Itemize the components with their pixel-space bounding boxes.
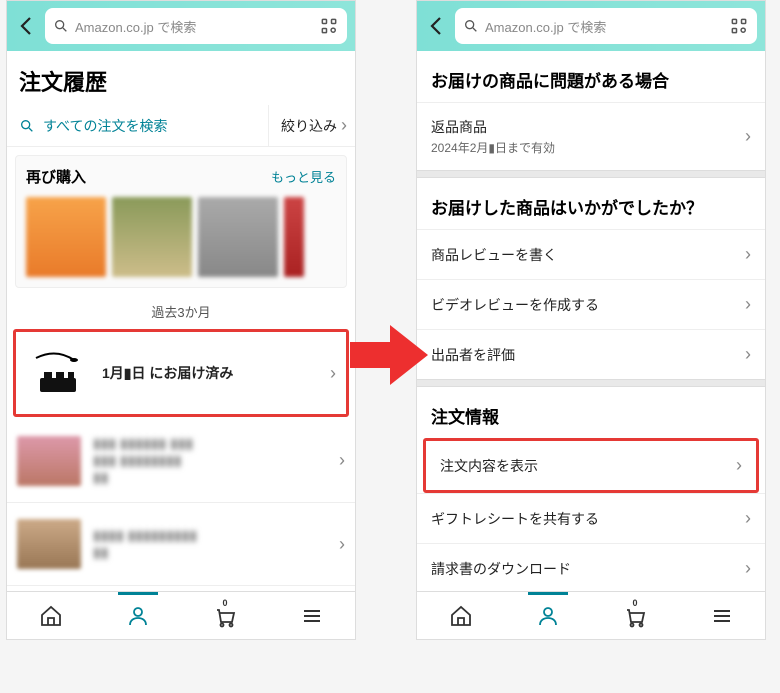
camera-lens-icon[interactable] [319, 16, 339, 36]
view-order-label: 注文内容を表示 [440, 456, 736, 476]
chevron-right-icon: › [341, 115, 347, 136]
back-button[interactable] [425, 14, 449, 38]
order-text-blurred: ▮▮▮ ▮▮▮▮▮▮ ▮▮▮▮▮▮ ▮▮▮▮▮▮▮▮▮▮ [93, 435, 327, 486]
nav-account[interactable] [504, 592, 591, 639]
page-title: 注文履歴 [7, 51, 355, 105]
rate-seller-row[interactable]: 出品者を評価 › [417, 329, 765, 379]
nav-home[interactable] [417, 592, 504, 639]
video-review-label: ビデオレビューを作成する [431, 295, 745, 315]
buy-again-section: 再び購入 もっと見る [15, 155, 347, 288]
return-item-row[interactable]: 返品商品 2024年2月▮日まで有効 › [417, 102, 765, 170]
order-thumbnail [17, 436, 81, 486]
buy-again-items [26, 197, 336, 277]
chevron-right-icon: › [736, 455, 742, 476]
chevron-right-icon: › [745, 558, 751, 579]
view-order-details-row[interactable]: 注文内容を表示 › [423, 438, 759, 493]
nav-cart[interactable]: 0 [591, 592, 678, 639]
nav-menu[interactable] [678, 592, 765, 639]
buy-again-more-link[interactable]: もっと見る [271, 167, 336, 186]
chevron-right-icon: › [745, 344, 751, 365]
chevron-right-icon: › [339, 450, 345, 471]
cart-count: 0 [223, 598, 228, 608]
buy-again-item[interactable] [284, 197, 304, 277]
order-history-screen: Amazon.co.jp で検索 注文履歴 すべての注文を検索 絞り込み › 再… [6, 0, 356, 640]
search-orders-label: すべての注文を検索 [43, 116, 167, 136]
buy-again-item[interactable] [112, 197, 192, 277]
order-text-blurred: ▮▮▮▮ ▮▮▮▮▮▮▮▮▮▮▮ [93, 527, 327, 561]
search-icon [463, 18, 479, 34]
order-row[interactable]: ▮▮▮ ▮▮▮▮▮▮ ▮▮▮▮▮▮ ▮▮▮▮▮▮▮▮▮▮ › [7, 419, 355, 503]
camera-lens-icon[interactable] [729, 16, 749, 36]
search-filter-row: すべての注文を検索 絞り込み › [7, 105, 355, 147]
top-bar: Amazon.co.jp で検索 [7, 1, 355, 51]
return-item-label: 返品商品 [431, 117, 745, 137]
filter-label: 絞り込み [281, 116, 337, 136]
search-placeholder: Amazon.co.jp で検索 [485, 17, 723, 36]
chevron-right-icon: › [330, 363, 336, 384]
cart-count: 0 [633, 598, 638, 608]
chevron-right-icon: › [745, 508, 751, 529]
bottom-nav: 0 [417, 591, 765, 639]
search-placeholder: Amazon.co.jp で検索 [75, 17, 313, 36]
order-thumbnail [26, 348, 90, 398]
bottom-nav: 0 [7, 591, 355, 639]
video-review-row[interactable]: ビデオレビューを作成する › [417, 279, 765, 329]
nav-cart[interactable]: 0 [181, 592, 268, 639]
chevron-right-icon: › [339, 534, 345, 555]
section-orderinfo-title: 注文情報 [417, 387, 765, 438]
write-review-label: 商品レビューを書く [431, 245, 745, 265]
order-row-delivered[interactable]: 1月▮日 にお届け済み › [13, 329, 349, 417]
download-invoice-label: 請求書のダウンロード [431, 559, 745, 579]
return-item-sub: 2024年2月▮日まで有効 [431, 139, 745, 156]
back-button[interactable] [15, 14, 39, 38]
order-status-text: 1月▮日 にお届け済み [102, 363, 318, 383]
section-feedback-title: お届けした商品はいかがでしたか？ [417, 178, 765, 229]
flow-arrow-icon [350, 320, 430, 390]
filter-button[interactable]: 絞り込み › [268, 105, 355, 146]
order-detail-screen: Amazon.co.jp で検索 お届けの商品に問題がある場合 返品商品 202… [416, 0, 766, 640]
search-icon [19, 118, 35, 134]
chevron-right-icon: › [745, 244, 751, 265]
search-orders-input[interactable]: すべての注文を検索 [7, 106, 268, 146]
section-divider [417, 379, 765, 387]
period-label: 過去3か月 [7, 296, 355, 327]
search-box[interactable]: Amazon.co.jp で検索 [45, 8, 347, 44]
download-invoice-row[interactable]: 請求書のダウンロード › [417, 543, 765, 593]
buy-again-item[interactable] [198, 197, 278, 277]
nav-account[interactable] [94, 592, 181, 639]
chevron-right-icon: › [745, 126, 751, 147]
nav-menu[interactable] [268, 592, 355, 639]
section-problem-title: お届けの商品に問題がある場合 [417, 51, 765, 102]
search-icon [53, 18, 69, 34]
share-gift-label: ギフトレシートを共有する [431, 509, 745, 529]
write-review-row[interactable]: 商品レビューを書く › [417, 229, 765, 279]
rate-seller-label: 出品者を評価 [431, 345, 745, 365]
buy-again-item[interactable] [26, 197, 106, 277]
chevron-right-icon: › [745, 294, 751, 315]
section-divider [417, 170, 765, 178]
order-thumbnail [17, 519, 81, 569]
nav-home[interactable] [7, 592, 94, 639]
search-box[interactable]: Amazon.co.jp で検索 [455, 8, 757, 44]
share-gift-receipt-row[interactable]: ギフトレシートを共有する › [417, 493, 765, 543]
buy-again-title: 再び購入 [26, 166, 86, 187]
top-bar: Amazon.co.jp で検索 [417, 1, 765, 51]
order-row[interactable]: ▮▮▮▮ ▮▮▮▮▮▮▮▮▮▮▮ › [7, 503, 355, 586]
